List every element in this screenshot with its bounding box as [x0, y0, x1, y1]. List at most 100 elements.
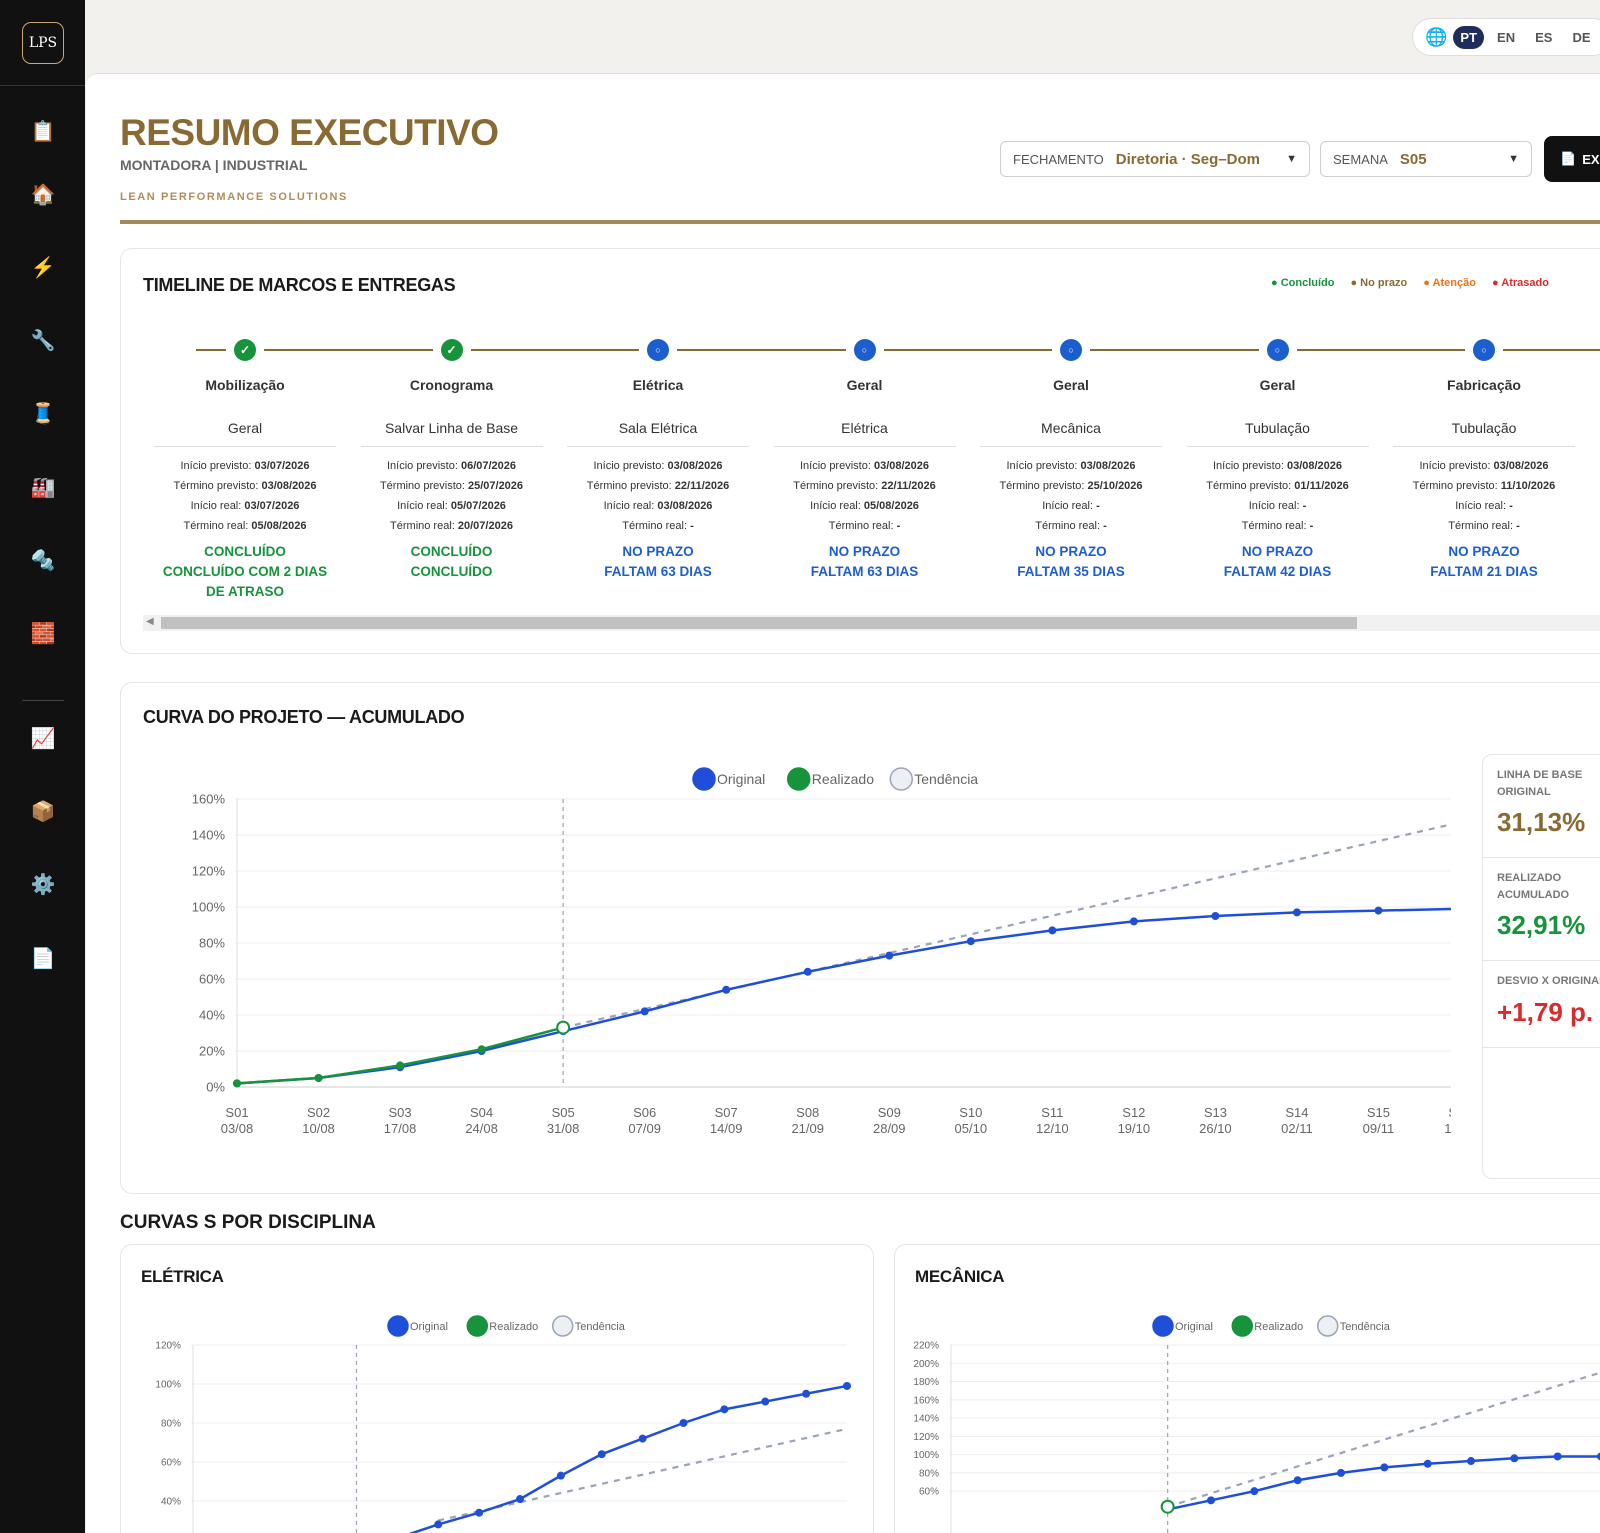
brick-icon[interactable]: 🧱 [30, 620, 56, 646]
termino-real: Término real: - [1035, 520, 1107, 532]
wrench-icon[interactable]: 🔧 [30, 327, 56, 353]
milestone-name: Elétrica [632, 377, 684, 393]
legend-item[interactable]: Original [692, 767, 765, 791]
scroll-left-icon[interactable]: ◀ [146, 616, 154, 627]
legend-item[interactable]: Tendência [551, 1315, 626, 1337]
original-point[interactable] [1129, 917, 1138, 926]
original-point[interactable] [1292, 908, 1301, 917]
main-panel: RESUMO EXECUTIVO MONTADORA | INDUSTRIAL … [86, 73, 1600, 1533]
original-point[interactable] [1211, 912, 1220, 920]
original-point[interactable] [1048, 926, 1057, 935]
original-point[interactable] [516, 1495, 524, 1504]
milestone-divider [360, 446, 543, 447]
legend-item[interactable]: Original [1152, 1315, 1213, 1337]
inicio-previsto: Início previsto: 03/08/2026 [593, 460, 723, 472]
realizado-point[interactable] [556, 1020, 571, 1035]
realizado-point[interactable] [1160, 1499, 1175, 1514]
termino-real: Término real: 05/08/2026 [183, 520, 307, 532]
lang-en-button[interactable]: EN [1490, 26, 1522, 49]
legend-item[interactable]: Realizado [466, 1315, 538, 1337]
status-line-1: NO PRAZO [1448, 544, 1520, 559]
original-point[interactable] [1207, 1496, 1215, 1505]
factory-icon[interactable]: 🏭 [30, 474, 56, 500]
lang-de-button[interactable]: DE [1565, 26, 1597, 49]
lightning-icon[interactable]: ⚡ [30, 254, 56, 280]
original-point[interactable] [802, 1389, 811, 1398]
original-point[interactable] [1553, 1452, 1562, 1461]
original-point[interactable] [679, 1419, 688, 1427]
legend-item[interactable]: Realizado [786, 767, 874, 791]
export-button[interactable]: 📄 EX [1544, 136, 1600, 182]
original-point[interactable] [640, 1007, 649, 1016]
kpi-label: REALIZADO ACUMULADO [1497, 872, 1570, 901]
legend-label: Realizado [1254, 1321, 1303, 1333]
legend-label: Tendência [914, 771, 978, 787]
package-icon[interactable]: 📦 [30, 798, 56, 824]
x-tick-date: 28/09 [873, 1121, 906, 1136]
milestone-name: Mobilização [205, 377, 285, 393]
original-point[interactable] [720, 1405, 729, 1414]
original-point[interactable] [1293, 1476, 1302, 1485]
legend-item[interactable]: Original [387, 1315, 448, 1337]
fechamento-select[interactable]: FECHAMENTO Diretoria · Seg–Dom ▼ [1000, 141, 1310, 177]
x-tick-label: S14 [1285, 1105, 1308, 1120]
original-point[interactable] [1337, 1468, 1345, 1477]
x-tick-label: S15 [1367, 1105, 1390, 1120]
original-point[interactable] [885, 951, 894, 960]
legend-item[interactable]: Tendência [889, 767, 978, 791]
original-point[interactable] [1510, 1454, 1519, 1463]
x-tick-label: S02 [307, 1105, 330, 1120]
milestone-name: Geral [1259, 377, 1296, 393]
realizado-point[interactable] [477, 1045, 486, 1054]
lang-es-button[interactable]: ES [1528, 26, 1559, 49]
app-logo[interactable]: LPS [22, 22, 64, 64]
original-point[interactable] [1380, 1463, 1389, 1472]
realizado-point[interactable] [396, 1061, 405, 1070]
status-line-1: NO PRAZO [1035, 544, 1107, 559]
original-point[interactable] [761, 1397, 770, 1406]
y-tick-label: 120% [155, 1341, 181, 1352]
original-point[interactable] [803, 967, 812, 976]
semana-select[interactable]: SEMANA S05 ▼ [1320, 141, 1532, 177]
inicio-real: Início real: 03/08/2026 [603, 500, 713, 512]
lang-pt-button[interactable]: PT [1453, 25, 1485, 49]
spool-icon[interactable]: 🧵 [30, 400, 56, 426]
document-icon[interactable]: 📄 [30, 945, 56, 971]
y-tick-label: 60% [199, 972, 225, 987]
chart-up-icon[interactable]: 📈 [30, 725, 56, 751]
inicio-previsto: Início previsto: 03/07/2026 [180, 460, 310, 472]
legend-item[interactable]: Realizado [1231, 1315, 1303, 1337]
scrollbar-thumb[interactable] [161, 617, 1357, 629]
clipboard-icon[interactable]: 📋 [30, 118, 56, 144]
original-point[interactable] [1374, 906, 1383, 915]
status-line-2: CONCLUÍDO COM 2 DIAS DE ATRASO [162, 564, 328, 599]
original-point[interactable] [475, 1508, 484, 1517]
original-point[interactable] [966, 937, 975, 946]
semana-label: SEMANA [1333, 151, 1388, 167]
original-point[interactable] [434, 1520, 443, 1529]
legend-marker [1231, 1315, 1254, 1337]
termino-previsto: Término previsto: 01/11/2026 [1206, 480, 1349, 492]
timeline-connector [1503, 349, 1600, 351]
original-point[interactable] [1467, 1457, 1475, 1466]
legend-item[interactable]: Tendência [1316, 1315, 1391, 1337]
original-point[interactable] [843, 1381, 851, 1390]
disciplines-section-title: CURVAS S POR DISCIPLINA [120, 1212, 376, 1233]
original-point[interactable] [722, 985, 731, 994]
original-point[interactable] [597, 1450, 606, 1459]
timeline-scrollbar[interactable]: ◀ [143, 615, 1600, 631]
realizado-point[interactable] [314, 1074, 323, 1082]
check-icon: ✓ [440, 339, 463, 361]
original-point[interactable] [1250, 1487, 1259, 1496]
nut-bolt-icon[interactable]: 🔩 [30, 547, 56, 573]
realizado-point[interactable] [233, 1079, 241, 1088]
x-tick-date: 31/08 [547, 1121, 580, 1136]
x-tick-label: S03 [388, 1105, 411, 1120]
original-point[interactable] [556, 1471, 565, 1480]
timeline-connector [956, 349, 1052, 351]
home-icon[interactable]: 🏠 [30, 181, 56, 207]
original-point[interactable] [638, 1434, 647, 1443]
gear-icon[interactable]: ⚙️ [30, 871, 56, 897]
original-point[interactable] [1423, 1459, 1432, 1468]
termino-real: Término real: - [1448, 520, 1520, 532]
